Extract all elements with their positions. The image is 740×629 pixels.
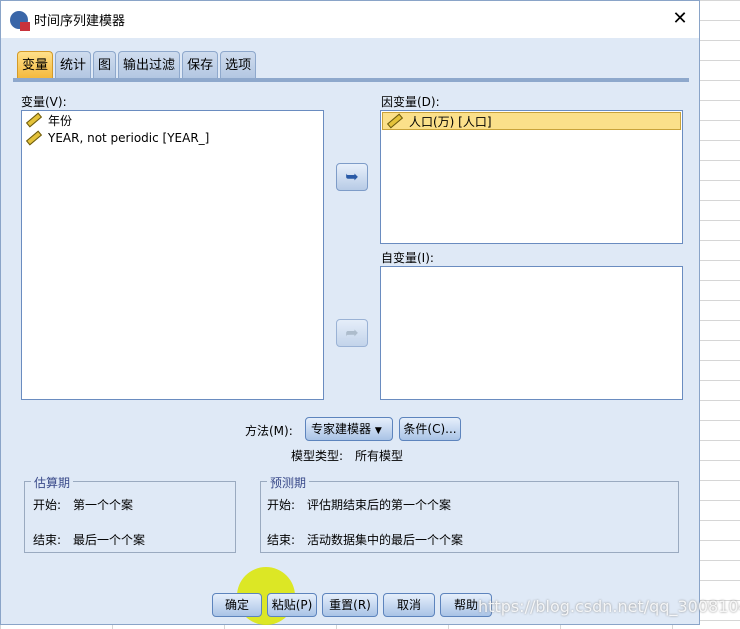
start-label: 开始: (33, 498, 62, 512)
end-label: 结束: (267, 533, 296, 547)
paste-button[interactable]: 粘贴(P) (267, 593, 317, 617)
tab-divider (13, 78, 689, 82)
chevron-down-icon: ▼ (374, 426, 382, 436)
tab-statistics[interactable]: 统计 (55, 51, 92, 78)
start-label: 开始: (267, 498, 296, 512)
tab-plots[interactable]: 图 (93, 51, 117, 78)
tab-options[interactable]: 选项 (220, 51, 257, 78)
tab-save[interactable]: 保存 (182, 51, 219, 78)
tab-variables[interactable]: 变量 (17, 51, 54, 78)
group-title: 估算期 (31, 474, 74, 491)
forecast-period-group: 预测期 开始: 评估期结束后的第一个个案 结束: 活动数据集中的最后一个个案 (260, 474, 679, 553)
scale-variable-icon (25, 112, 43, 128)
model-type-label: 模型类型: (291, 449, 344, 463)
variables-list[interactable]: 年份 YEAR, not periodic [YEAR_] (21, 110, 324, 400)
reset-button[interactable]: 重置(R) (322, 593, 378, 617)
dependent-label: 因变量(D): (381, 95, 440, 109)
list-item[interactable]: 年份 (22, 111, 323, 129)
estimation-period-group: 估算期 开始: 第一个个案 结束: 最后一个个案 (24, 474, 236, 553)
start-value: 第一个个案 (73, 498, 134, 512)
list-item[interactable]: YEAR, not periodic [YEAR_] (22, 129, 323, 147)
end-label: 结束: (33, 533, 62, 547)
scale-variable-icon (386, 113, 404, 129)
watermark: https://blog.csdn.net/qq_30081043 (478, 597, 740, 616)
item-label: YEAR, not periodic [YEAR_] (48, 131, 210, 145)
list-item[interactable]: 人口(万) [人口] (382, 112, 681, 130)
end-value: 最后一个个案 (73, 533, 146, 547)
end-value: 活动数据集中的最后一个个案 (307, 533, 464, 547)
close-icon[interactable]: ✕ (669, 8, 691, 30)
move-to-independent-button[interactable]: ➦ (336, 319, 368, 347)
criteria-button[interactable]: 条件(C)... (399, 417, 461, 441)
start-value: 评估期结束后的第一个个案 (307, 498, 452, 512)
group-title: 预测期 (267, 474, 310, 491)
ok-button[interactable]: 确定 (212, 593, 262, 617)
method-value: 专家建模器 (311, 422, 372, 436)
tab-bar: 变量 统计 图 输出过滤 保存 选项 (17, 51, 257, 78)
model-type-value: 所有模型 (355, 449, 404, 463)
independent-label: 自变量(I): (381, 251, 434, 265)
dependent-list[interactable]: 人口(万) [人口] (380, 110, 683, 244)
variables-label: 变量(V): (21, 95, 67, 109)
scale-variable-icon (25, 130, 43, 146)
move-to-dependent-button[interactable]: ➥ (336, 163, 368, 191)
method-label: 方法(M): (245, 424, 293, 438)
item-label: 年份 (48, 113, 73, 128)
dialog-title: 时间序列建模器 (34, 14, 126, 29)
cancel-button[interactable]: 取消 (383, 593, 435, 617)
tab-output-filter[interactable]: 输出过滤 (118, 51, 181, 78)
title-bar: 时间序列建模器 ✕ (1, 1, 699, 38)
app-icon (10, 10, 30, 31)
method-dropdown[interactable]: 专家建模器 ▼ (305, 417, 393, 441)
item-label: 人口(万) [人口] (409, 114, 492, 129)
time-series-modeler-dialog: 时间序列建模器 ✕ 变量 统计 图 输出过滤 保存 选项 变量(V): 年份 Y… (0, 0, 700, 625)
independent-list[interactable] (380, 266, 683, 400)
